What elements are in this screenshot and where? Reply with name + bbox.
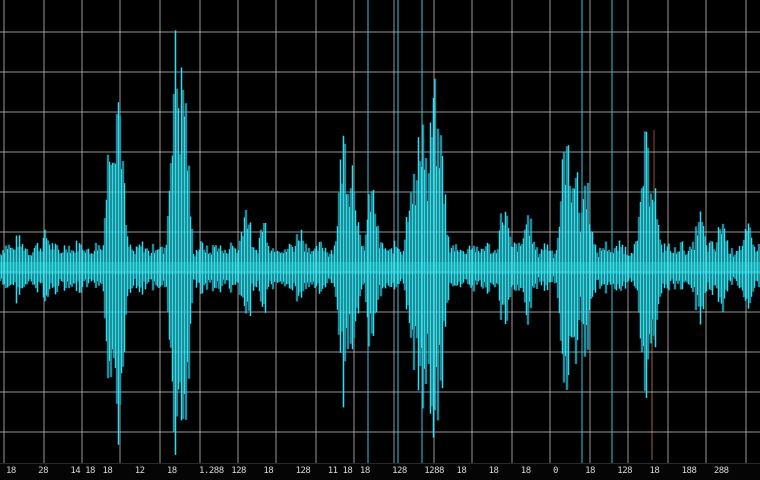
scale-label: 128 [392,466,407,476]
scale-label: 0 [552,466,558,476]
waveform-center-band [0,262,760,274]
scale-label: 12 [134,466,145,476]
scale-label: 1.288 [199,466,224,476]
scale-label: 18 [102,466,113,476]
scale-label: 14 18 [70,466,95,476]
scale-label: 288 [713,466,729,476]
scale-label: 1288 [424,466,444,476]
scale-label: 128 [617,466,633,476]
scale-label: 18 [456,466,467,476]
waveform-canvas [0,0,760,480]
scale-label: 11 18 [327,466,353,476]
scale-label: 18 [585,466,595,476]
scale-label: 18 [6,466,16,476]
scale-label: 18 [263,466,274,476]
bottom-scale-bar: 18 28 14 18 18 12 18 1.288 128 18 128 11 18 18 128 12… [0,463,760,480]
scale-label: 128 [231,466,246,476]
scale-label: 18 [649,466,660,476]
scale-label: 28 [38,466,49,476]
scale-label: 18 [488,466,499,476]
scale-label: 18 [166,466,177,476]
waveform-display: 18 28 14 18 18 12 18 1.288 128 18 128 11 18 18 128 12… [0,0,760,480]
scale-label: 188 [681,466,697,476]
scale-label: 18 [520,466,531,476]
scale-label: 18 [359,466,370,476]
scale-label: 128 [295,466,311,476]
